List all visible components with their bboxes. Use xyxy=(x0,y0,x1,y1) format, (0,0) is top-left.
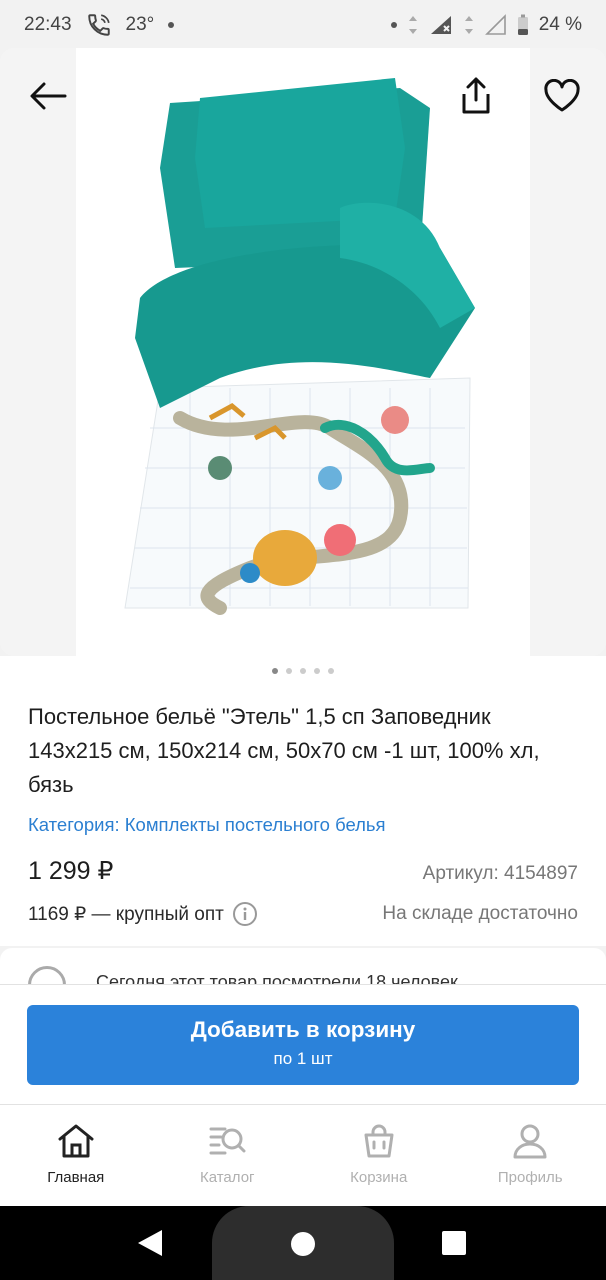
gallery-pager[interactable] xyxy=(0,668,606,674)
cart-area: Добавить в корзину по 1 шт xyxy=(0,984,606,1104)
tab-catalog[interactable]: Каталог xyxy=(152,1105,304,1206)
call-icon xyxy=(87,14,110,36)
tab-profile-label: Профиль xyxy=(497,1169,563,1186)
temperature: 23° xyxy=(125,14,155,35)
product-info: Постельное бельё "Этель" 1,5 сп Заповедн… xyxy=(0,656,606,946)
product-image xyxy=(0,48,606,656)
wholesale-price-text: 1169 ₽ — крупный опт xyxy=(28,903,224,925)
notification-dot-icon xyxy=(168,22,175,28)
bottom-tab-bar: Главная Каталог Корзина Профиль xyxy=(0,1104,606,1206)
home-nav-icon[interactable] xyxy=(290,1231,316,1257)
add-to-cart-label: Добавить в корзину xyxy=(190,1017,416,1042)
back-button[interactable] xyxy=(26,74,70,118)
share-button[interactable] xyxy=(454,74,498,118)
data-arrows-icon xyxy=(408,16,417,34)
tab-profile[interactable]: Профиль xyxy=(455,1105,606,1206)
viewers-notice: Сегодня этот товар посмотрели 18 человек xyxy=(0,946,606,986)
info-icon[interactable] xyxy=(232,901,258,927)
system-nav-bar xyxy=(0,1206,606,1280)
viewers-card: Сегодня этот товар посмотрели 18 человек xyxy=(0,948,606,986)
add-to-cart-quantity: по 1 шт xyxy=(273,1049,333,1068)
favorite-button[interactable] xyxy=(540,74,584,118)
pager-dot[interactable] xyxy=(314,668,320,674)
home-icon xyxy=(58,1124,94,1158)
pager-dot[interactable] xyxy=(300,668,306,674)
back-nav-icon[interactable] xyxy=(136,1228,164,1258)
pager-dot[interactable] xyxy=(272,668,278,674)
status-bar: 22:43 23° 24 % xyxy=(0,0,606,50)
wholesale-price: 1169 ₽ — крупный опт xyxy=(28,901,258,927)
eye-icon xyxy=(28,966,66,986)
notification-dot-icon xyxy=(390,22,397,28)
share-icon xyxy=(462,77,490,114)
tab-cart-label: Корзина xyxy=(350,1169,408,1186)
tab-cart[interactable]: Корзина xyxy=(303,1105,455,1206)
product-price: 1 299 ₽ xyxy=(28,857,114,885)
product-sku: Артикул: 4154897 xyxy=(422,863,578,884)
data-arrows-icon xyxy=(464,16,473,34)
catalog-search-icon xyxy=(209,1127,246,1155)
clock: 22:43 xyxy=(24,14,72,35)
signal-empty-icon xyxy=(484,14,506,35)
tab-home-label: Главная xyxy=(47,1169,105,1186)
profile-icon xyxy=(513,1124,547,1159)
pager-dot[interactable] xyxy=(328,668,334,674)
tab-catalog-label: Каталог xyxy=(199,1169,255,1186)
product-title: Постельное бельё "Этель" 1,5 сп Заповедн… xyxy=(28,704,540,797)
tab-home[interactable]: Главная xyxy=(0,1105,152,1206)
basket-icon xyxy=(364,1124,394,1158)
battery-level: 24 % xyxy=(538,14,582,35)
signal-icon xyxy=(430,16,451,34)
add-to-cart-button[interactable]: Добавить в корзину по 1 шт xyxy=(27,1005,579,1085)
stock-status: На складе достаточно xyxy=(382,903,578,924)
recents-nav-icon[interactable] xyxy=(441,1230,467,1256)
category-link[interactable]: Категория: Комплекты постельного белья xyxy=(28,814,386,836)
pager-dot[interactable] xyxy=(286,668,292,674)
arrow-left-icon xyxy=(30,82,67,110)
battery-icon xyxy=(517,14,528,35)
product-gallery[interactable] xyxy=(0,48,606,656)
heart-icon xyxy=(544,79,580,112)
